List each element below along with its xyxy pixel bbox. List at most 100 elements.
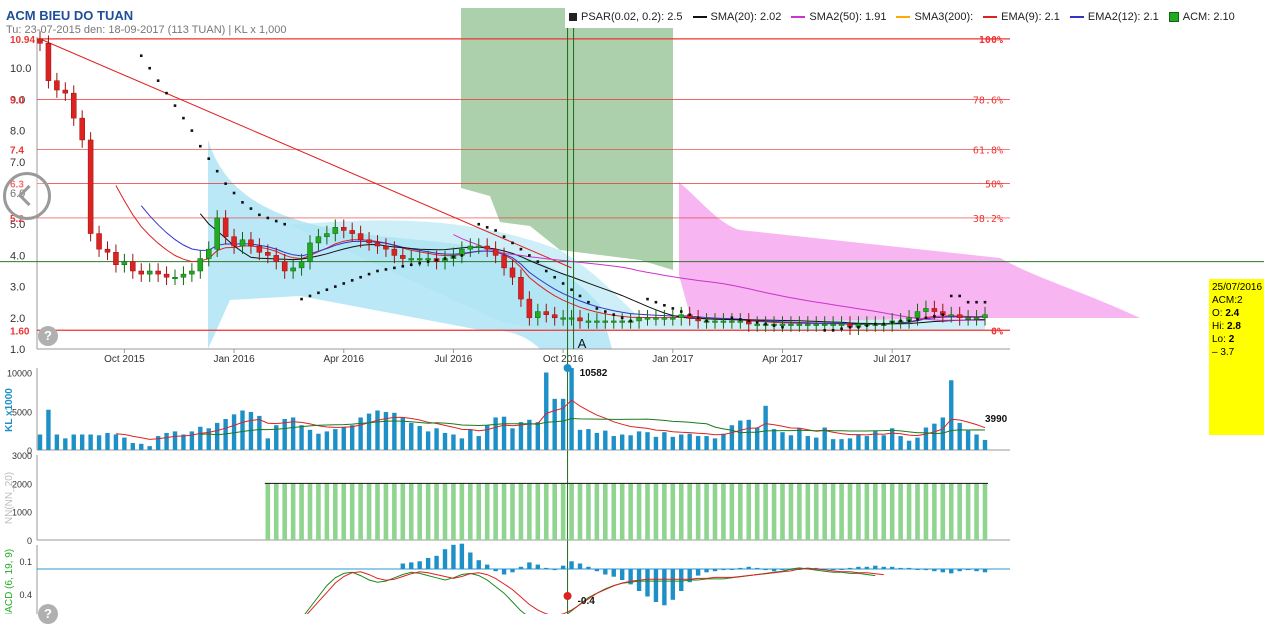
volume-bar [805,436,811,450]
volume-bar [881,435,886,450]
volume-y-tick: 10000 [7,369,32,379]
candle [737,320,744,323]
candle [543,311,549,315]
legend-item-ema12[interactable]: EMA2(12): 2.1 [1069,11,1159,23]
psar-dot [502,235,506,238]
psar-dot [148,66,151,70]
volume-bar [468,429,473,450]
legend-item-sma200[interactable]: SMA3(200): [896,11,973,23]
volume-bar [636,431,642,450]
legend-item-sma50[interactable]: SMA2(50): 1.91 [791,11,886,23]
nn-bar [704,483,709,540]
candle [163,273,170,278]
macd-hist-bar [906,567,912,569]
help-icon[interactable]: ? [38,326,58,346]
nn-bar [948,483,954,540]
candle [197,258,204,272]
psar-dot [924,316,928,320]
psar-dot [485,226,489,229]
macd-hist-bar [940,569,946,573]
psar-dot [452,255,455,259]
nn-bar [906,483,912,540]
volume-bar [518,422,524,450]
help-icon-macd[interactable]: ? [38,604,58,624]
psar-dot [334,285,337,288]
volume-bar [257,415,262,450]
nn-bar [780,483,785,540]
macd-hist-bar [417,561,422,569]
nn-bar [763,483,768,540]
nn-bar [738,483,743,540]
scroll-left-icon[interactable] [3,172,51,220]
psar-dot [418,261,421,265]
fib-price-label: 9.0 [10,95,24,106]
nn-bar [746,483,752,540]
psar-dot [350,279,354,282]
volume-bar [451,434,456,450]
macd-hist-bar [400,563,406,569]
macd-low-marker [563,592,572,600]
candle [400,255,406,259]
macd-hist-bar [974,569,979,572]
volume-bar [586,429,591,450]
nn-bar [383,483,389,540]
nn-bar [788,483,794,540]
macd-hist-bar [662,569,667,606]
candle [113,252,119,266]
nn-bar [603,483,608,540]
candle [281,261,288,272]
macd-hist-bar [847,567,853,569]
nn-bar [805,483,811,540]
nn-bar [358,483,363,540]
stock-chart[interactable]: 1.02.03.04.05.06.07.08.09.010.0Oct 2015 J… [0,0,1264,614]
psar-dot [874,322,877,326]
legend-item-ema9[interactable]: EMA(9): 2.1 [983,11,1060,23]
volume-peak-marker [563,364,572,372]
nn-bar [299,483,304,540]
nn-bar [940,483,946,540]
psar-dot [941,313,945,316]
nn-bar [535,483,541,540]
nn-bar [527,483,532,540]
nn-y-tick: 0 [27,536,32,546]
psar-dot [857,325,860,329]
psar-dot [629,319,632,323]
candle [298,261,305,269]
legend-item-psar[interactable]: PSAR(0.02, 0.2): 2.5 [569,11,683,23]
volume-bar [46,409,51,450]
volume-bar [932,423,937,450]
volume-bar [172,431,178,450]
tooltip-high: Hi: 2.8 [1212,321,1241,332]
tooltip-date: 25/07/2016 [1212,282,1263,293]
psar-dot [376,269,379,273]
volume-y-label: KL x1000 [4,388,15,432]
candle [720,320,727,323]
nn-bar [771,483,777,540]
legend-item-sma20[interactable]: SMA(20): 2.02 [692,11,781,23]
candle [96,233,102,250]
nn-bar [712,483,718,540]
candle [366,239,372,244]
nn-bar [349,483,355,540]
nn-bar [493,483,498,540]
nn-bar [721,483,726,540]
candle [146,270,153,275]
candle [729,320,735,323]
psar-dot [561,282,565,285]
macd-hist-bar [611,569,616,577]
candle [526,298,533,319]
candle [172,276,178,279]
candle [180,273,187,278]
nn-bar [417,483,422,540]
psar-dot [207,157,211,160]
psar-dot [831,328,835,332]
nn-bar [341,483,347,540]
psar-dot [933,314,936,318]
candle [956,314,963,319]
price-y-tick: 2.0 [10,313,25,325]
legend-item-acm[interactable]: ACM: 2.10 [1168,11,1235,23]
volume-bar [459,438,465,450]
psar-dot [317,291,320,295]
volume-bar [113,434,119,450]
price-y-tick: 3.0 [10,282,25,294]
